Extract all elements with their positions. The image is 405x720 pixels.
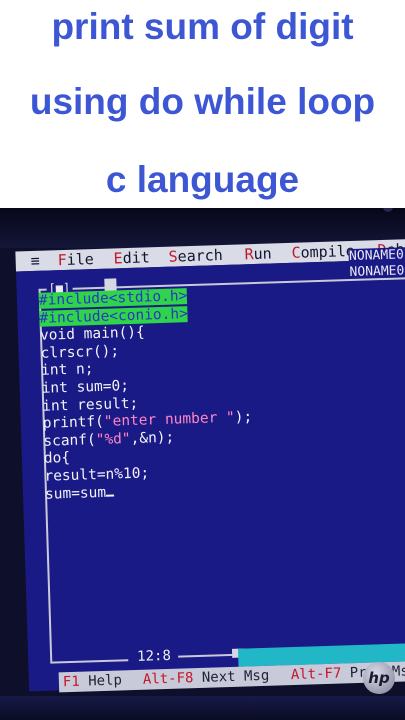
status-help-key: F1 — [62, 673, 81, 691]
status-help[interactable]: F1 Help — [63, 670, 123, 692]
menu-run-label: un — [253, 244, 272, 264]
caption-line-1: print sum of digit — [51, 6, 354, 47]
code-token: ); — [234, 409, 253, 426]
menu-compile-label: ompile — [300, 241, 356, 262]
menu-edit-label: dit — [122, 248, 151, 268]
status-next-key: Alt-F8 — [142, 670, 194, 688]
text-cursor — [106, 494, 115, 497]
code-token: printf( — [42, 414, 105, 432]
status-next-label: Next Msg — [201, 667, 270, 686]
code-string-literal: "enter number " — [103, 409, 236, 430]
ide-window: ≡ File Edit Search Run Compile Deb NONAM… — [0, 208, 405, 720]
menu-compile[interactable]: Compile — [291, 241, 355, 263]
horizontal-scrollbar[interactable] — [178, 653, 239, 658]
menu-search[interactable]: Search — [168, 245, 223, 267]
code-token: ,&n); — [130, 429, 175, 447]
status-prev-key: Alt-F7 — [290, 665, 342, 684]
caption-line-2: using do while loop — [29, 81, 376, 122]
tab-noname01[interactable]: NONAME01 — [348, 247, 405, 266]
laptop-screen-photo: ≡ File Edit Search Run Compile Deb NONAM… — [0, 208, 405, 720]
hp-logo: hp — [363, 662, 395, 694]
menu-edit[interactable]: Edit — [113, 247, 150, 268]
menu-file[interactable]: File — [57, 249, 94, 270]
code-area[interactable]: #include<stdio.h> #include<conio.h> void m… — [38, 286, 255, 504]
caption-banner: print sum of digit using do while loop c… — [0, 0, 405, 208]
code-string-literal: "%d" — [95, 430, 131, 448]
window-frame-bottom — [50, 659, 129, 664]
status-next-msg[interactable]: Alt-F8 Next Msg — [143, 666, 270, 690]
code-line-sum: sum=sum — [44, 484, 107, 503]
menu-search-label: earch — [177, 246, 224, 266]
menu-file-label: ile — [66, 250, 95, 269]
caption-line-3: c language — [105, 159, 300, 200]
window-list: NONAME01 NONAME02 — [348, 247, 405, 282]
status-help-label: Help — [87, 672, 123, 690]
code-line-include-stdio: #include<stdio.h> — [38, 288, 188, 309]
menu-run[interactable]: Run — [244, 243, 272, 264]
editor-pane[interactable]: NONAME01 NONAME02 [■] #include<stdio.h> #… — [16, 247, 405, 692]
screen-bottom-edge — [0, 696, 405, 720]
system-menu-icon[interactable]: ≡ — [30, 251, 40, 271]
cursor-position: 12:8 — [133, 647, 175, 666]
code-token: scanf( — [43, 431, 96, 450]
